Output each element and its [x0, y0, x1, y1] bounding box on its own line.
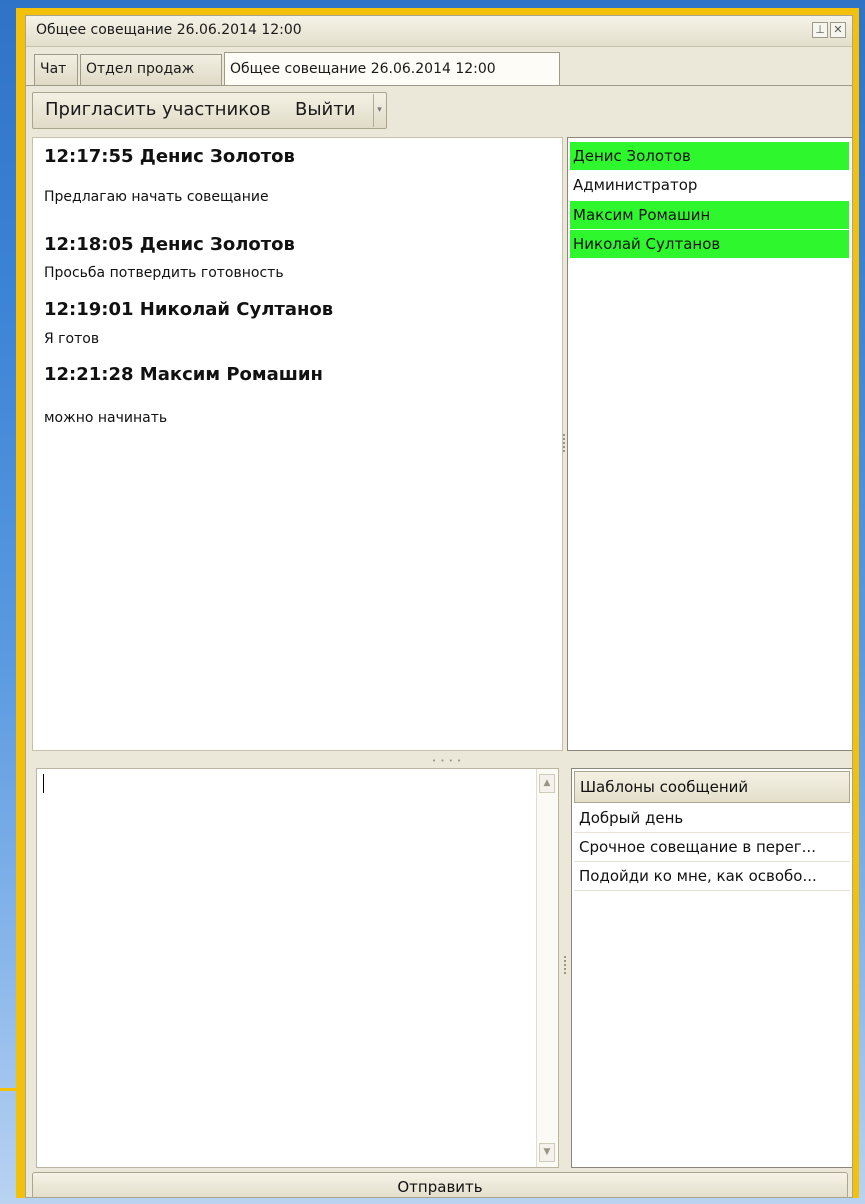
title-bar[interactable]: Общее совещание 26.06.2014 12:00 ⊥ ✕ — [26, 16, 852, 47]
participant-item[interactable]: Максим Ромашин — [570, 201, 849, 230]
chevron-down-icon[interactable]: ▾ — [373, 94, 385, 127]
tab-label: Отдел продаж — [86, 61, 195, 77]
window-title: Общее совещание 26.06.2014 12:00 — [36, 22, 302, 38]
message-header: 12:18:05 Денис Золотов — [44, 234, 295, 255]
tab-sales-department[interactable]: Отдел продаж — [80, 54, 222, 85]
message-text: Просьба потвердить готовность — [44, 265, 284, 281]
exit-button[interactable]: Выйти — [295, 93, 355, 128]
message-text: можно начинать — [44, 410, 168, 426]
scroll-down-icon[interactable]: ▼ — [539, 1143, 555, 1162]
scroll-up-icon[interactable]: ▲ — [539, 774, 555, 793]
participant-item[interactable]: Николай Султанов — [570, 230, 849, 259]
message-text: Я готов — [44, 331, 100, 347]
template-item[interactable]: Срочное совещание в перег... — [574, 833, 850, 862]
message-input[interactable]: ▲ ▼ — [36, 768, 559, 1168]
pin-icon[interactable]: ⊥ — [812, 22, 828, 38]
tab-chat[interactable]: Чат — [34, 54, 78, 85]
participant-item[interactable]: Администратор — [570, 171, 849, 200]
message-templates-panel: Шаблоны сообщений Добрый день Срочное со… — [571, 768, 852, 1168]
participant-item[interactable]: Денис Золотов — [570, 142, 849, 171]
message-header: 12:17:55 Денис Золотов — [44, 146, 295, 167]
vertical-splitter-bottom[interactable] — [564, 956, 567, 976]
text-caret — [43, 774, 44, 793]
close-icon[interactable]: ✕ — [830, 22, 846, 38]
templates-header[interactable]: Шаблоны сообщений — [574, 771, 850, 803]
chat-history[interactable]: 12:17:55 Денис Золотов Предлагаю начать … — [32, 137, 563, 751]
tab-divider — [26, 85, 852, 86]
message-input-scrollbar[interactable]: ▲ ▼ — [536, 769, 558, 1167]
tab-label: Чат — [40, 61, 67, 77]
toolbar: Пригласить участников Выйти ▾ — [32, 92, 387, 129]
tab-general-meeting[interactable]: Общее совещание 26.06.2014 12:00 — [224, 52, 560, 86]
vertical-splitter-top[interactable] — [563, 434, 566, 454]
template-item[interactable]: Подойди ко мне, как освобо... — [574, 862, 850, 891]
meeting-window: Общее совещание 26.06.2014 12:00 ⊥ ✕ Чат… — [25, 15, 853, 1198]
message-header: 12:21:28 Максим Ромашин — [44, 364, 323, 385]
send-button[interactable]: Отправить — [32, 1172, 848, 1197]
message-header: 12:19:01 Николай Султанов — [44, 299, 334, 320]
horizontal-splitter[interactable]: • • • • — [32, 753, 850, 765]
tab-label: Общее совещание 26.06.2014 12:00 — [230, 61, 496, 77]
message-text: Предлагаю начать совещание — [44, 189, 269, 205]
template-item[interactable]: Добрый день — [574, 804, 850, 833]
participants-list: Денис Золотов Администратор Максим Ромаш… — [567, 137, 852, 751]
invite-participants-button[interactable]: Пригласить участников — [45, 93, 271, 128]
